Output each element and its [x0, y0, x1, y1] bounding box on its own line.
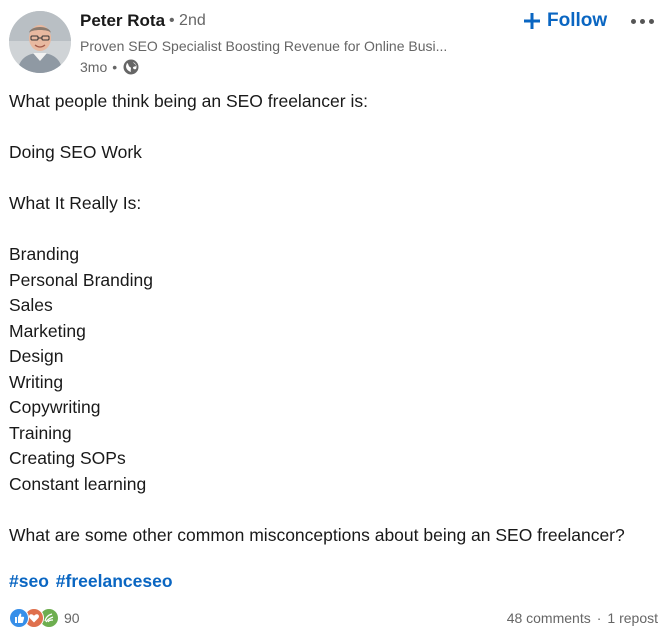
more-icon-dot [639, 18, 645, 24]
follow-button[interactable]: Follow [519, 6, 611, 36]
author-avatar[interactable] [9, 11, 71, 73]
reality-item: Constant learning [9, 473, 147, 494]
author-name[interactable]: Peter Rota [80, 11, 165, 31]
connection-degree: • 2nd [169, 12, 206, 29]
reposts-count[interactable]: 1 repost [607, 610, 658, 626]
post-body: What people think being an SEO freelance… [9, 89, 659, 548]
engagement-counts: 48 comments · 1 repost [507, 610, 658, 626]
reality-item: Sales [9, 295, 53, 315]
hashtags: #seo #freelanceseo [9, 571, 175, 592]
reality-item: Personal Branding [9, 269, 153, 290]
post-intro: What people think being an SEO freelance… [9, 91, 368, 111]
post-question: What are some other common misconception… [9, 524, 625, 545]
feed-post: Peter Rota • 2nd Proven SEO Specialist B… [0, 0, 666, 637]
follow-label: Follow [547, 10, 608, 31]
author-headline[interactable]: Proven SEO Specialist Boosting Revenue f… [80, 38, 475, 54]
hashtag-seo[interactable]: #seo [9, 571, 49, 591]
reality-item: Branding [9, 244, 80, 264]
more-icon [630, 18, 636, 24]
like-icon [9, 608, 29, 628]
hashtag-freelanceseo[interactable]: #freelanceseo [56, 571, 173, 591]
counts-separator: · [596, 610, 602, 626]
meta-separator: • [112, 59, 118, 75]
more-icon-dot [648, 18, 654, 24]
reality-item: Training [9, 422, 72, 443]
author-photo [9, 11, 71, 73]
reality-item: Writing [9, 371, 64, 392]
globe-icon [122, 58, 140, 76]
comments-count[interactable]: 48 comments [507, 610, 591, 626]
reality-item: Copywriting [9, 397, 101, 417]
post-time: 3mo [80, 59, 108, 75]
reality-item: Creating SOPs [9, 448, 126, 468]
reality-item: Design [9, 346, 64, 366]
more-options-button[interactable] [622, 6, 662, 36]
reactions-summary[interactable]: 90 [9, 608, 80, 628]
post-reality-heading: What It Really Is: [9, 193, 142, 213]
plus-icon [523, 12, 541, 30]
post-perception: Doing SEO Work [9, 142, 142, 162]
reality-item: Marketing [9, 320, 86, 341]
post-meta: 3mo • [80, 58, 140, 76]
reaction-count: 90 [64, 610, 80, 626]
